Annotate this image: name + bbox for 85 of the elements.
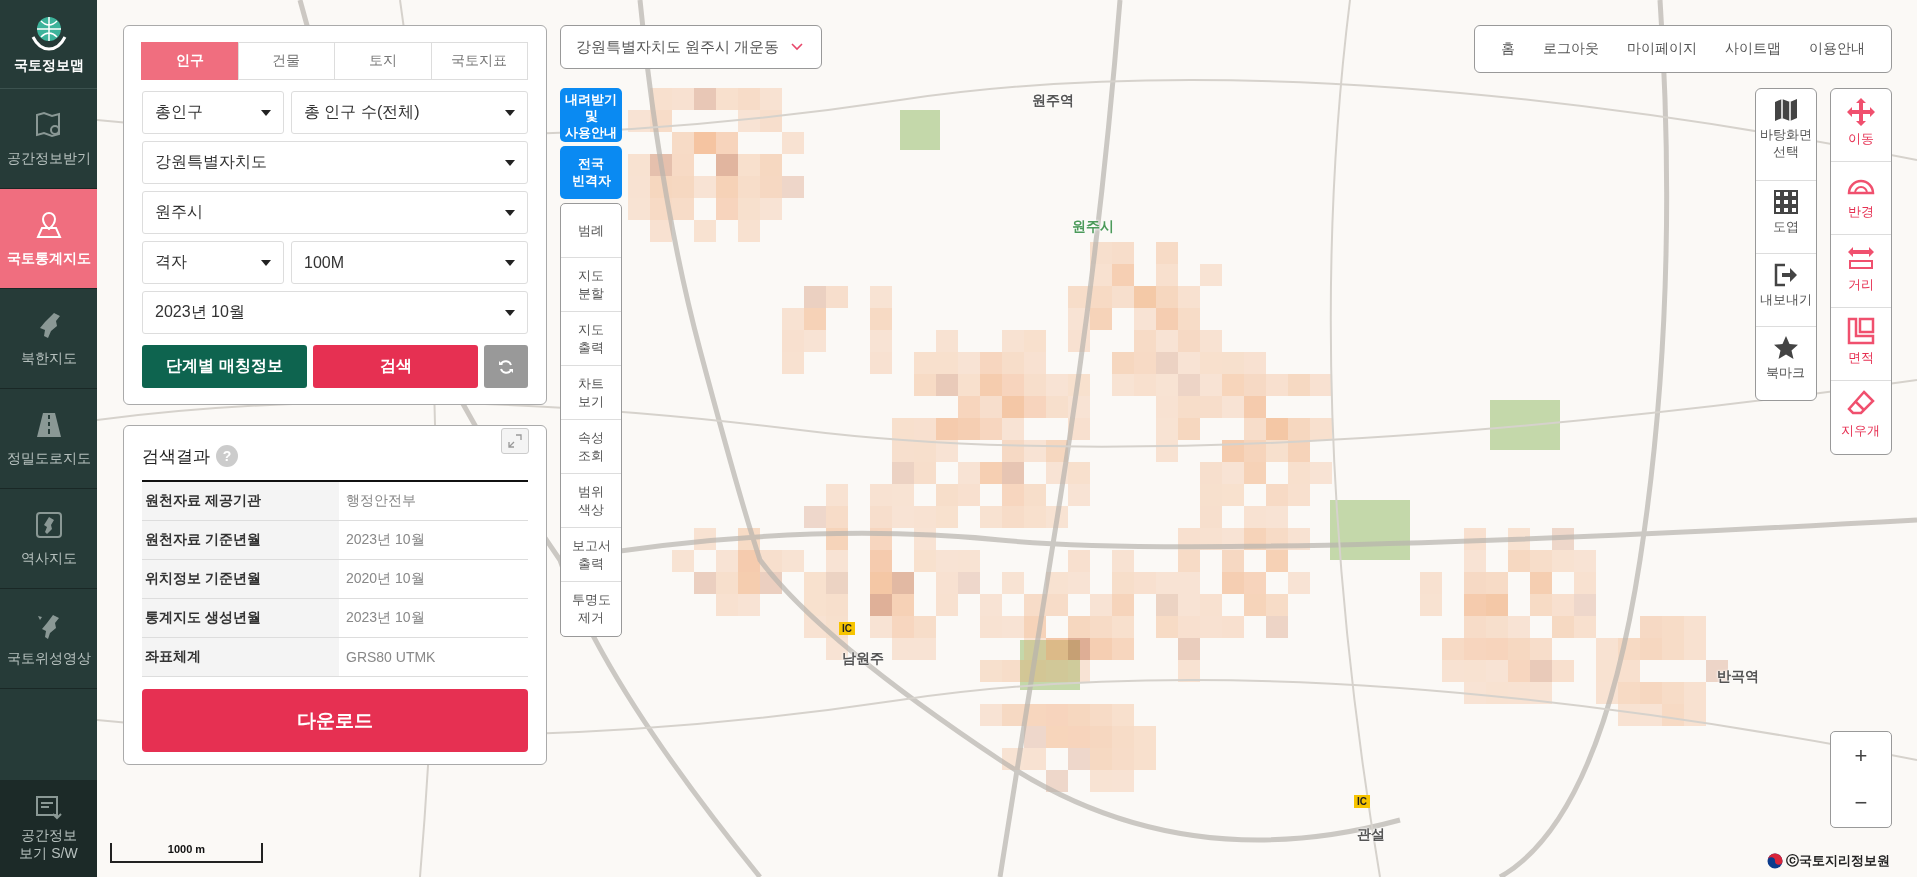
nav-link[interactable]: 이용안내 bbox=[1809, 40, 1865, 58]
map-place-label: 원주시 bbox=[1072, 218, 1114, 236]
table-header-cell: 통계지도 생성년월 bbox=[142, 599, 339, 637]
table-cell-text: 행정안전부 bbox=[345, 491, 417, 510]
search-button[interactable]: 검색 bbox=[313, 345, 478, 388]
dropdown-field[interactable]: 강원특별자치도 bbox=[142, 141, 528, 184]
map-place-label: 관설 bbox=[1357, 826, 1385, 844]
interchange-badge: IC bbox=[1354, 795, 1370, 808]
scale-bar: 1000 m bbox=[110, 843, 263, 863]
toolbar-button[interactable]: 도엽 bbox=[1756, 181, 1816, 254]
table-cell-text: GRS80 UTMK bbox=[345, 648, 437, 667]
toolbar-button[interactable]: 면적 bbox=[1831, 308, 1891, 381]
caret-icon bbox=[505, 259, 515, 266]
table-header-cell: 원천자료 기준년월 bbox=[142, 521, 339, 559]
category-tab[interactable]: 건물 bbox=[237, 42, 335, 80]
caret-icon bbox=[505, 159, 515, 166]
map-place-label: 남원주 bbox=[842, 650, 884, 668]
toolbar-button[interactable]: 북마크 bbox=[1756, 327, 1816, 400]
table-header-cell: 위치정보 기준년월 bbox=[142, 560, 339, 598]
document-download-icon bbox=[34, 794, 63, 821]
category-tab[interactable]: 국토지표 bbox=[430, 42, 528, 80]
interchange-badge: IC bbox=[839, 622, 855, 635]
dropdown-field[interactable]: 100M bbox=[291, 241, 528, 284]
map-tool-button[interactable]: 지도 출력 bbox=[561, 312, 621, 366]
caret-icon bbox=[505, 209, 515, 216]
zoom-in-button[interactable]: + bbox=[1831, 732, 1891, 780]
dropdown-field[interactable]: 총 인구 수(전체) bbox=[291, 91, 528, 134]
chevron-down-icon bbox=[791, 43, 803, 51]
dropdown-field[interactable]: 2023년 10월 bbox=[142, 291, 528, 334]
park-area bbox=[900, 110, 940, 150]
grid-icon bbox=[1773, 189, 1799, 215]
map-place-label: 반곡역 bbox=[1717, 668, 1759, 686]
map-tool-button[interactable]: 차트 보기 bbox=[561, 366, 621, 420]
park-area bbox=[1490, 400, 1560, 450]
folded-map-icon bbox=[1773, 97, 1799, 123]
map-tool-button[interactable]: 지도 분할 bbox=[561, 258, 621, 312]
toolbar-button[interactable]: 지우개 bbox=[1831, 381, 1891, 454]
map-tool-button[interactable]: 속성 조회 bbox=[561, 420, 621, 474]
star-icon bbox=[1773, 335, 1799, 361]
dropdown-field[interactable]: 총인구 bbox=[142, 91, 284, 134]
download-button[interactable]: 다운로드 bbox=[142, 689, 528, 752]
refresh-icon bbox=[498, 358, 514, 375]
app-logo-text: 국토정보맵 bbox=[13, 57, 84, 75]
caret-icon bbox=[261, 259, 271, 266]
dropdown-field[interactable]: 격자 bbox=[142, 241, 284, 284]
results-title: 검색결과 bbox=[142, 445, 210, 468]
nav-link[interactable]: 사이트맵 bbox=[1725, 40, 1781, 58]
map-tool-button[interactable]: 보고서 출력 bbox=[561, 528, 621, 582]
move-arrows-icon bbox=[1846, 97, 1876, 127]
nav-link[interactable]: 마이페이지 bbox=[1627, 40, 1697, 58]
framed-map-icon bbox=[33, 509, 64, 540]
map-place-label: 원주역 bbox=[1032, 92, 1074, 110]
location-dropdown[interactable]: 강원특별자치도 원주시 개운동 bbox=[560, 25, 822, 69]
category-tab[interactable]: 토지 bbox=[334, 42, 432, 80]
table-header-cell: 원천자료 제공기관 bbox=[142, 482, 339, 520]
table-header-cell: 좌표체계 bbox=[142, 638, 339, 676]
caret-icon bbox=[505, 109, 515, 116]
expand-icon bbox=[508, 434, 522, 448]
taegeuk-icon bbox=[1767, 853, 1783, 869]
nav-link[interactable]: 홈 bbox=[1501, 40, 1515, 58]
nav-link[interactable]: 로그아웃 bbox=[1543, 40, 1599, 58]
matching-info-button[interactable]: 단계별 매칭정보 bbox=[142, 345, 307, 388]
toolbar-button[interactable]: 거리 bbox=[1831, 235, 1891, 308]
expand-button[interactable] bbox=[501, 428, 529, 454]
table-cell-text: 2023년 10월 bbox=[345, 530, 426, 549]
reset-button[interactable] bbox=[484, 345, 528, 388]
sidebar-footer-link[interactable]: 공간정보 보기 S/W bbox=[0, 780, 97, 877]
area-ruler-icon bbox=[1846, 316, 1876, 346]
map-tool-button[interactable]: 범위 색상 bbox=[561, 474, 621, 528]
caret-icon bbox=[261, 109, 271, 116]
copyright-text: ⓒ국토지리정보원 bbox=[1786, 852, 1890, 870]
zoom-out-button[interactable]: − bbox=[1831, 779, 1891, 827]
toolbar-button[interactable]: 반경 bbox=[1831, 162, 1891, 235]
quick-link-button[interactable]: 내려받기 및 사용안내 bbox=[560, 88, 622, 142]
quick-link-button[interactable]: 전국 빈격자 bbox=[560, 146, 622, 199]
toolbar-button[interactable]: 이동 bbox=[1831, 89, 1891, 162]
toolbar-button[interactable]: 내보내기 bbox=[1756, 254, 1816, 327]
map-tool-button[interactable]: 투명도 제거 bbox=[561, 582, 621, 636]
caret-icon bbox=[505, 309, 515, 316]
table-cell-text: 2020년 10월 bbox=[345, 569, 426, 588]
dropdown-field[interactable]: 원주시 bbox=[142, 191, 528, 234]
toolbar-button[interactable]: 바탕화면 선택 bbox=[1756, 89, 1816, 181]
map-tool-button[interactable]: 범례 bbox=[561, 204, 621, 258]
table-cell-text: 2023년 10월 bbox=[345, 608, 426, 627]
export-arrow-icon bbox=[1773, 262, 1799, 288]
